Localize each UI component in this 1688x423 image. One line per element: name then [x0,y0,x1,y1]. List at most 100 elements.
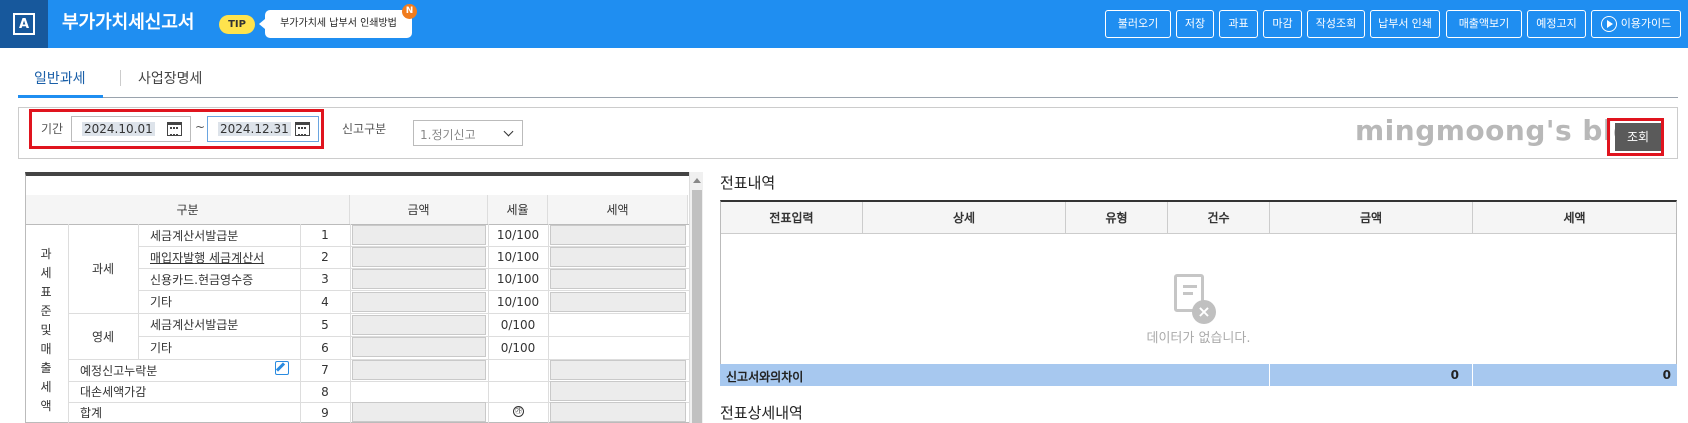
date-to-input[interactable]: 2024.12.31 [207,116,319,142]
grid-line [1269,364,1270,386]
tax-rate: 10/100 [496,294,540,309]
side-label-tax-base: 과세표준및매출세액 [40,247,52,413]
col-detail[interactable]: 상세 [863,202,1066,234]
close-period-button[interactable]: 마감 [1263,10,1302,38]
print-payment-button[interactable]: 납부서 인쇄 [1370,10,1440,38]
tax-input[interactable] [550,269,686,289]
header-rate: 세율 [488,195,548,224]
date-to-value: 2024.12.31 [218,122,291,136]
amount-input[interactable] [352,360,486,380]
row-label: 세금계산서발급분 [150,318,239,332]
grid-line [548,224,549,423]
tip-bubble[interactable]: 부가가치세 납부서 인쇄방법 [259,10,412,38]
search-button[interactable]: 조회 [1615,123,1661,151]
amount-input[interactable] [352,315,486,335]
row-number: 7 [321,363,329,377]
row-number: 1 [321,228,329,242]
tax-input[interactable] [550,292,686,312]
calendar-icon[interactable] [295,122,310,136]
col-tax[interactable]: 세액 [1473,202,1676,234]
tab-general-tax[interactable]: 일반과세 [34,68,86,88]
row-number: 3 [321,272,329,286]
user-guide-button[interactable]: 이용가이드 [1591,10,1681,38]
app-logo[interactable]: A [0,0,48,48]
logo-icon: A [13,13,35,35]
amount-input[interactable] [352,337,486,357]
write-lookup-button[interactable]: 작성조회 [1307,10,1365,38]
amount-input[interactable] [352,269,486,289]
tax-input[interactable] [550,360,686,380]
row-number: 2 [321,250,329,264]
difference-tax: 0 [1662,368,1671,382]
scroll-thumb[interactable] [692,190,702,423]
col-voucher-input[interactable]: 전표입력 [721,202,863,234]
row-number: 6 [321,340,329,355]
scheduled-notice-button[interactable]: 예정고지 [1527,10,1586,38]
tax-rate: 10/100 [496,250,540,264]
col-amount[interactable]: 금액 [1270,202,1473,234]
voucher-detail-title: 전표상세내역 [720,404,803,422]
header-amount: 금액 [350,195,488,224]
date-from-value: 2024.10.01 [82,122,155,136]
filter-bar: 기간 2024.10.01 ~ 2024.12.31 신고구분 1.정기신고 m… [18,107,1678,159]
active-tab-indicator [18,95,103,98]
report-type-label: 신고구분 [342,122,387,136]
tax-base-button[interactable]: 과표 [1219,10,1258,38]
header-category: 구분 [26,195,350,224]
row-label-link[interactable]: 매입자발행 세금계산서 [150,246,264,268]
difference-label: 신고서와의차이 [726,370,804,384]
top-bar: A 부가가치세신고서 TIP 부가가치세 납부서 인쇄방법 N 불러오기 저장 … [0,0,1688,48]
tax-input[interactable] [550,381,686,401]
tax-rate: 10/100 [496,228,540,242]
period-label: 기간 [41,122,64,136]
grid-line [350,224,351,423]
tax-input[interactable] [550,247,686,267]
amount-input[interactable] [352,402,486,422]
calendar-icon[interactable] [167,122,182,136]
scroll-up-icon[interactable] [693,178,701,183]
user-guide-label: 이용가이드 [1620,17,1672,30]
row-label: 기타 [150,295,173,309]
play-icon [1600,16,1617,32]
tax-input[interactable] [550,402,686,422]
col-type[interactable]: 유형 [1066,202,1168,234]
tax-input[interactable] [550,225,686,245]
amount-input[interactable] [352,247,486,267]
save-button[interactable]: 저장 [1176,10,1214,38]
header-tax: 세액 [548,195,688,224]
row-number: 5 [321,317,329,332]
difference-amount: 0 [1450,368,1459,382]
tax-rate: 10/100 [496,272,540,286]
tab-bar: 일반과세 사업장명세 [18,60,1678,98]
grid-line [68,359,69,423]
col-count[interactable]: 건수 [1168,202,1270,234]
empty-message: 데이터가 없습니다. [1146,331,1251,346]
tab-business-details[interactable]: 사업장명세 [138,68,202,88]
tax-rate: 0/100 [500,340,536,355]
row-label: 예정신고누락분 [80,363,158,378]
tax-rate: 0/100 [500,317,536,332]
report-type-select[interactable]: 1.정기신고 [413,120,523,146]
vertical-scrollbar[interactable] [689,172,703,423]
row-label: 세금계산서발급분 [150,228,239,243]
period-tilde: ~ [195,120,206,134]
amount-input[interactable] [352,225,486,245]
load-button[interactable]: 불러오기 [1105,10,1171,38]
grid-line [138,224,139,359]
date-from-input[interactable]: 2024.10.01 [71,116,191,142]
new-badge: N [402,4,417,19]
edit-icon[interactable] [275,361,289,375]
voucher-grid: 전표입력 상세 유형 건수 금액 세액 × 데이터가 없습니다. [720,200,1677,385]
row-number: 8 [321,384,329,399]
amount-input[interactable] [352,292,486,312]
tab-divider [120,70,121,86]
report-type-value: 1.정기신고 [420,128,476,142]
circle-ga-icon: ㉮ [513,406,524,417]
row-label: 합계 [80,406,103,420]
tip-badge[interactable]: TIP [219,15,255,34]
row-number: 9 [321,405,329,420]
view-sales-button[interactable]: 매출액보기 [1446,10,1522,38]
grid-line [138,290,689,291]
group-zero-rated: 영세 [91,329,115,344]
empty-document-icon: × [1174,274,1216,324]
